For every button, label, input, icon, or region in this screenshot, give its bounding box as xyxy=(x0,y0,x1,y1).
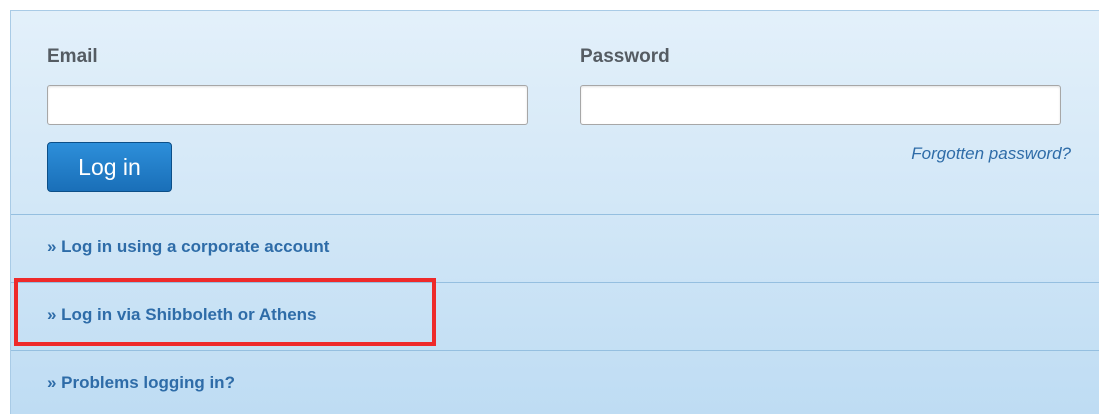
forgot-password-link[interactable]: Forgotten password? xyxy=(911,144,1071,164)
login-form: Email Password Log in Forgotten password… xyxy=(11,11,1099,215)
login-button[interactable]: Log in xyxy=(47,142,172,192)
password-label: Password xyxy=(580,46,670,67)
email-field[interactable] xyxy=(47,85,528,125)
password-field[interactable] xyxy=(580,85,1061,125)
problems-login-row[interactable]: » Problems logging in? xyxy=(11,351,1099,414)
problems-login-link[interactable]: » Problems logging in? xyxy=(47,373,235,393)
corporate-login-row[interactable]: » Log in using a corporate account xyxy=(11,215,1099,283)
corporate-login-link[interactable]: » Log in using a corporate account xyxy=(47,237,329,257)
email-label: Email xyxy=(47,46,98,67)
shibboleth-login-link[interactable]: » Log in via Shibboleth or Athens xyxy=(47,305,317,325)
login-panel: Email Password Log in Forgotten password… xyxy=(10,10,1099,414)
shibboleth-login-row[interactable]: » Log in via Shibboleth or Athens xyxy=(11,283,1099,351)
